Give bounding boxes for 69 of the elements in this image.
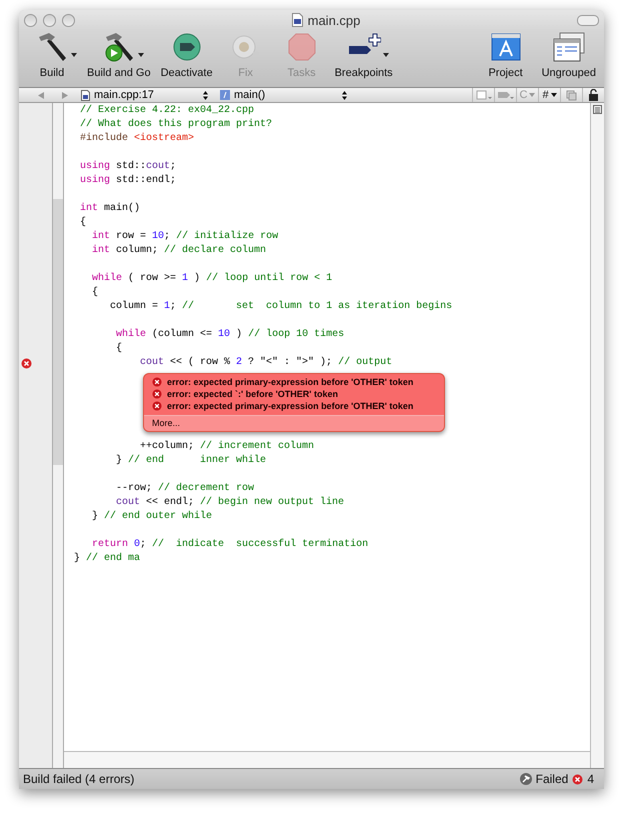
window-title: main.cpp [308,12,360,28]
code-line: int main() [79,203,140,214]
windows-icon [552,32,586,62]
code-line: using std::cout; [79,161,176,172]
code-line: { [91,287,98,298]
breakpoint-icon [496,90,514,100]
app-icon [490,32,522,62]
code-line: ++column; // increment column [139,441,314,452]
stop-sign-icon [286,32,317,62]
zoom-button[interactable] [62,14,75,26]
error-count: 4 [587,772,594,786]
ungrouped-button[interactable]: Ungrouped [538,30,600,87]
tag-icon [172,32,202,62]
error-icon [152,389,162,399]
left-arrow-icon [38,92,44,98]
source-file-icon [292,13,303,27]
project-button[interactable]: Project [478,30,534,87]
build-and-go-button[interactable]: Build and Go [83,30,155,87]
horizontal-scrollbar[interactable] [64,751,590,768]
error-message: error: expected primary-expression before 'OTHER' token [167,377,414,387]
deactivate-button[interactable]: Deactivate [156,30,217,87]
code-line: { [115,343,122,354]
file-history-popup[interactable]: main.cpp:17 [81,88,216,102]
status-message: Build failed (4 errors) [23,772,134,786]
code-line: cout << endl; // begin new output line [115,497,344,508]
code-line: return 0; // indicate successful termination [91,539,368,550]
build-button[interactable]: Build [23,30,81,87]
code-line: cout << ( row % 2 ? "<" : ">" ); // output [139,357,392,368]
code-line: int column; // declare column [91,245,266,256]
error-icon [21,358,32,368]
code-line: while (column <= 10 ) // loop 10 times [115,329,344,340]
function-popup[interactable]: main() [220,88,355,102]
source-file-icon [81,90,90,100]
error-message: error: expected `:' before 'OTHER' token [167,389,338,399]
build-status: Failed [536,772,568,786]
code-line: --row; // decrement row [115,483,254,494]
code-line: { [79,217,86,228]
hammer-icon [520,773,532,785]
caret-icon [550,93,557,97]
code-line: #include <iostream> [79,133,194,144]
caret-icon [529,93,536,97]
include-menu[interactable]: # [538,88,560,102]
error-icon [572,774,584,784]
breakpoints-button[interactable]: Breakpoints [330,30,397,87]
error-icon [152,401,162,411]
code-line: using std::endl; [79,175,176,186]
breakpoints-menu[interactable] [494,88,516,102]
code-line: } // end inner while [115,455,266,466]
right-arrow-icon [62,92,68,98]
code-line: // Exercise 4.22: ex04_22.cpp [79,105,254,116]
code-line: } // end ma [74,553,140,564]
bookmarks-menu[interactable] [472,88,494,102]
lock-icon [589,89,598,101]
code-line: int row = 10; // initialize row [91,231,278,242]
minimize-button[interactable] [43,14,56,26]
split-view-icon[interactable] [593,105,602,114]
toolbar-toggle-button[interactable] [577,14,599,26]
code-line: // What does this program print? [79,119,272,130]
code-line: column = 1; // set column to 1 as iteration begins [109,301,452,312]
error-message: error: expected primary-expression before 'OTHER' token [167,401,414,411]
code-line: while ( row >= 1 ) // loop until row < 1 [91,273,332,284]
function-icon [220,90,230,100]
close-button[interactable] [24,14,37,26]
error-icon [152,377,162,387]
bookmark-icon [476,90,492,100]
code-line: } // end outer while [91,511,212,522]
up-down-arrows-icon [342,90,347,100]
up-down-arrows-icon [203,90,208,100]
more-link[interactable]: More... [152,418,180,428]
